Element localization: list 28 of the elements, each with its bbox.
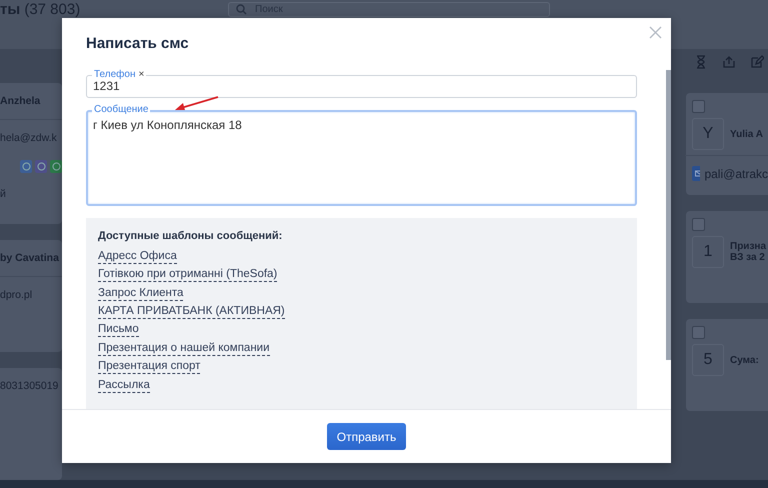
checkbox[interactable] [692, 326, 705, 340]
send-button[interactable]: Отправить [326, 423, 406, 450]
mail-icon [692, 166, 700, 182]
field-value: г Киев ул Коноплянская 18 [93, 118, 243, 132]
share-icon[interactable] [722, 55, 736, 70]
template-link[interactable]: Письмо [98, 323, 139, 338]
template-link[interactable]: КАРТА ПРИВАТБАНК (АКТИВНАЯ) [98, 305, 285, 320]
template-link[interactable]: Адресс Офиса [98, 250, 177, 264]
field-value: 1231 [93, 79, 120, 93]
clear-button[interactable]: × [138, 68, 144, 81]
message-field[interactable]: Сообщение г Киев ул Коноплянская 18 [86, 102, 637, 206]
field-label: Сообщение [94, 103, 148, 116]
template-link[interactable]: Рассылка [98, 378, 150, 393]
hourglass-icon[interactable] [694, 55, 708, 70]
dialog-title: Написать смс [86, 35, 190, 52]
field-label: Телефон [94, 68, 136, 81]
checkbox[interactable] [692, 100, 705, 114]
templates-heading: Доступные шаблоны сообщений: [98, 230, 284, 242]
edit-icon[interactable] [750, 55, 764, 70]
template-link[interactable]: Презентация спорт [98, 360, 200, 374]
template-link[interactable]: Презентация о нашей компании [98, 342, 270, 356]
template-link[interactable]: Готівкою при отриманні (TheSofa) [98, 268, 278, 282]
checkbox[interactable] [692, 218, 705, 232]
pointer-arrow [174, 95, 219, 112]
close-icon[interactable] [649, 26, 662, 39]
phone-field[interactable]: Телефон × 1231 [86, 67, 637, 98]
search-icon [236, 4, 247, 15]
template-link[interactable]: Запрос Клиента [98, 286, 184, 301]
